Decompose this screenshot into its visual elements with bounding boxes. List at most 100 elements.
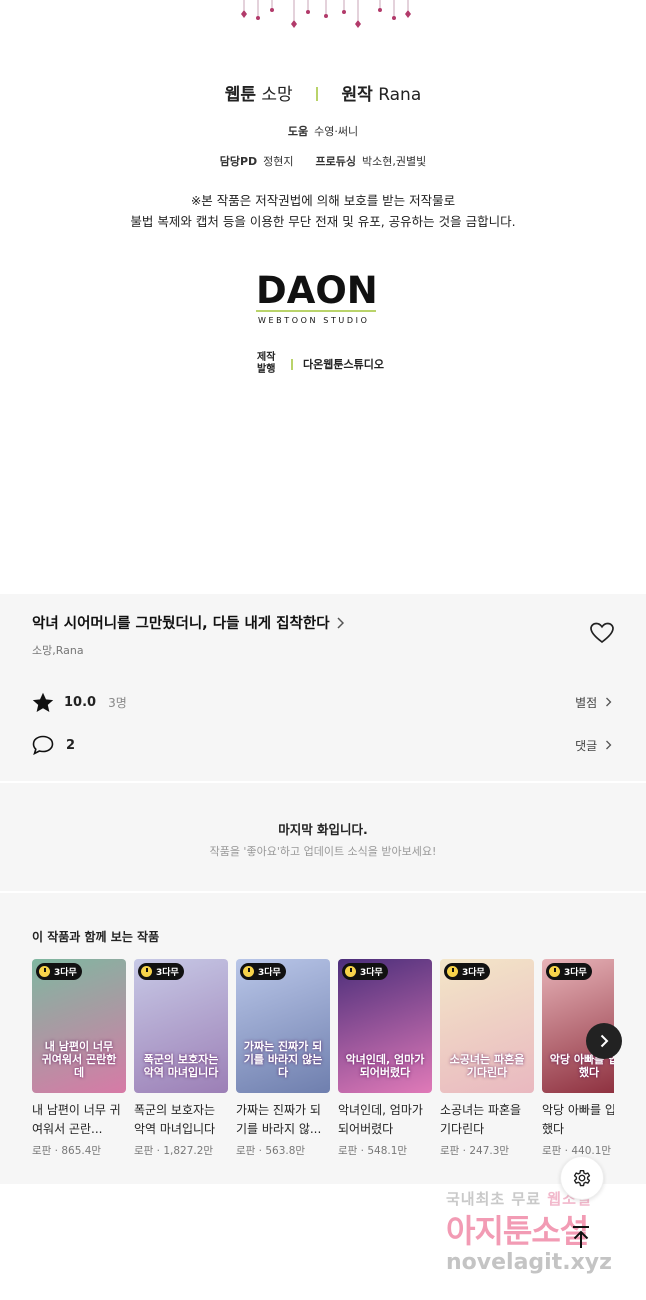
series-info-panel: 악녀 시어머니를 그만뒀더니, 다들 내게 집착한다 소망,Rana 10.0 … [0, 594, 646, 781]
comment-link[interactable]: 댓글 [575, 737, 612, 754]
comment-row: 2 [32, 735, 75, 755]
free-badge: 3다무 [444, 963, 490, 980]
copyright-notice: ※본 작품은 저작권법에 의해 보호를 받는 저작물로 불법 복제와 캡처 등을… [0, 190, 646, 232]
settings-button[interactable] [560, 1156, 604, 1200]
chevron-right-icon [606, 697, 612, 707]
recommendation-title: 악녀인데, 엄마가 되어버렸다 [338, 1103, 423, 1136]
original-author: Rana [378, 85, 422, 105]
notice-line-1: ※본 작품은 저작권법에 의해 보호를 받는 저작물로 [190, 193, 456, 208]
pd-label: 담당PD [219, 155, 258, 168]
recommendation-meta: 로판 · 247.3만 [440, 1145, 510, 1157]
free-badge: 3다무 [240, 963, 286, 980]
assist-names: 수영·써니 [314, 125, 359, 138]
production-label: 제작 [257, 352, 276, 363]
recommendations-heading: 이 작품과 함께 보는 작품 [32, 930, 160, 944]
recommendation-title: 내 남편이 너무 귀여워서 곤란... [32, 1103, 121, 1136]
last-episode-title: 마지막 화입니다. [278, 822, 368, 837]
chevron-right-icon [600, 1034, 609, 1048]
main-credit-line: 웹툰 소망 원작 Rana [0, 80, 646, 105]
recommendation-title: 악당 아빠를 입양했다 [542, 1103, 614, 1136]
publish-labels: 제작 발행 [257, 352, 279, 376]
site-watermark: 국내최초 무료 웹소설 아지툰소설 novelagit.xyz [432, 1184, 642, 1284]
recommendation-title: 가짜는 진짜가 되기를 바라지 않... [236, 1103, 322, 1136]
series-title-link[interactable]: 악녀 시어머니를 그만뒀더니, 다들 내게 집착한다 [32, 612, 344, 633]
recommendations-carousel: 3다무 내 남편이 너무 귀여워서 곤란한데 내 남편이 너무 귀여워서 곤란.… [32, 959, 614, 1169]
star-icon [32, 692, 54, 712]
arrow-up-icon [573, 1226, 589, 1248]
studio-logo: DAON WEBTOON STUDIO [256, 269, 386, 325]
producing-label: 프로듀싱 [315, 155, 357, 168]
series-title: 악녀 시어머니를 그만뒀더니, 다들 내게 집착한다 [32, 616, 330, 632]
decorative-chandelier-icon [241, 0, 411, 28]
clock-icon [39, 966, 50, 977]
assist-label: 도움 [287, 125, 309, 138]
staff-credit-line: 담당PD 정현지 프로듀싱 박소현,권별빛 [0, 153, 646, 169]
publisher-line: 제작 발행 다온웹툰스튜디오 [257, 352, 384, 376]
recommendation-title: 소공녀는 파혼을 기다린다 [440, 1103, 522, 1136]
credits-section: 웹툰 소망 원작 Rana 도움 수영·써니 담당PD 정현지 프로듀싱 박소현,권별빛… [0, 0, 646, 594]
thumbnail-title: 폭군의 보호자는 악역 마녀입니다 [143, 1053, 219, 1079]
chevron-right-icon [337, 616, 344, 629]
comment-link-label: 댓글 [575, 739, 598, 753]
comment-count: 2 [66, 737, 76, 753]
chevron-right-icon [606, 740, 612, 750]
rating-score: 10.0 [64, 695, 97, 710]
webtoon-label: 웹툰 [224, 85, 257, 105]
free-badge: 3다무 [342, 963, 388, 980]
badge-label: 3다무 [156, 968, 179, 978]
recommendation-meta: 로판 · 865.4만 [32, 1145, 102, 1157]
thumbnail-title: 악녀인데, 엄마가 되어버렸다 [345, 1053, 425, 1079]
studio-logo-title: DAON [256, 269, 378, 312]
publisher-name: 다온웹툰스튜디오 [303, 358, 384, 371]
badge-label: 3다무 [462, 968, 485, 978]
publication-label: 발행 [257, 364, 276, 375]
rating-count: 3명 [108, 696, 127, 710]
gear-icon [573, 1169, 591, 1187]
recommendation-meta: 로판 · 563.8만 [236, 1145, 306, 1157]
clock-icon [345, 966, 356, 977]
recommendation-card[interactable]: 3다무 악녀인데, 엄마가 되어버렸다 악녀인데, 엄마가 되어버렸다 로판 ·… [338, 959, 432, 1158]
recommendation-thumbnail: 3다무 폭군의 보호자는 악역 마녀입니다 [134, 959, 228, 1093]
notice-line-2: 불법 복제와 캡처 등을 이용한 무단 전재 및 유포, 공유하는 것을 금합니… [130, 214, 516, 229]
recommendation-thumbnail: 3다무 악녀인데, 엄마가 되어버렸다 [338, 959, 432, 1093]
badge-label: 3다무 [360, 968, 383, 978]
clock-icon [447, 966, 458, 977]
recommendations-section: 이 작품과 함께 보는 작품 3다무 내 남편이 너무 귀여워서 곤란한데 내 … [0, 893, 646, 1184]
badge-label: 3다무 [258, 968, 281, 978]
recommendation-thumbnail: 3다무 가짜는 진짜가 되기를 바라지 않는다 [236, 959, 330, 1093]
free-badge: 3다무 [138, 963, 184, 980]
clock-icon [141, 966, 152, 977]
recommendation-card[interactable]: 3다무 가짜는 진짜가 되기를 바라지 않는다 가짜는 진짜가 되기를 바라지 … [236, 959, 330, 1158]
comment-icon [32, 735, 54, 755]
thumbnail-title: 소공녀는 파혼을 기다린다 [449, 1053, 525, 1079]
badge-label: 3다무 [54, 968, 77, 978]
publisher-divider [291, 358, 293, 370]
carousel-next-button[interactable] [586, 1023, 622, 1059]
assist-credit-line: 도움 수영·써니 [0, 123, 646, 139]
pd-name: 정현지 [263, 155, 294, 168]
rate-link[interactable]: 별점 [575, 694, 612, 711]
recommendation-thumbnail: 3다무 소공녀는 파혼을 기다린다 [440, 959, 534, 1093]
recommendation-card[interactable]: 3다무 소공녀는 파혼을 기다린다 소공녀는 파혼을 기다린다 로판 · 247… [440, 959, 534, 1158]
recommendation-card[interactable]: 3다무 내 남편이 너무 귀여워서 곤란한데 내 남편이 너무 귀여워서 곤란.… [32, 959, 126, 1158]
watermark-url: novelagit.xyz [446, 1250, 612, 1275]
rate-link-label: 별점 [575, 696, 598, 710]
heart-icon[interactable] [590, 622, 614, 644]
clock-icon [243, 966, 254, 977]
recommendation-meta: 로판 · 548.1만 [338, 1145, 408, 1157]
thumbnail-title: 내 남편이 너무 귀여워서 곤란한데 [41, 1040, 117, 1079]
producing-names: 박소현,권별빛 [362, 155, 427, 168]
free-badge: 3다무 [546, 963, 592, 980]
scroll-top-button[interactable] [566, 1222, 596, 1252]
series-authors: 소망,Rana [32, 644, 84, 657]
thumbnail-title: 가짜는 진짜가 되기를 바라지 않는다 [243, 1040, 323, 1079]
credit-divider [316, 87, 319, 101]
webtoon-author: 소망 [261, 85, 293, 105]
badge-label: 3다무 [564, 968, 587, 978]
clock-icon [549, 966, 560, 977]
recommendation-title: 폭군의 보호자는 악역 마녀입니다 [134, 1103, 216, 1136]
last-episode-notice: 마지막 화입니다. 작품을 '좋아요'하고 업데이트 소식을 받아보세요! [0, 783, 646, 891]
last-episode-subtitle: 작품을 '좋아요'하고 업데이트 소식을 받아보세요! [209, 845, 437, 858]
recommendation-thumbnail: 3다무 내 남편이 너무 귀여워서 곤란한데 [32, 959, 126, 1093]
recommendation-card[interactable]: 3다무 폭군의 보호자는 악역 마녀입니다 폭군의 보호자는 악역 마녀입니다 … [134, 959, 228, 1158]
